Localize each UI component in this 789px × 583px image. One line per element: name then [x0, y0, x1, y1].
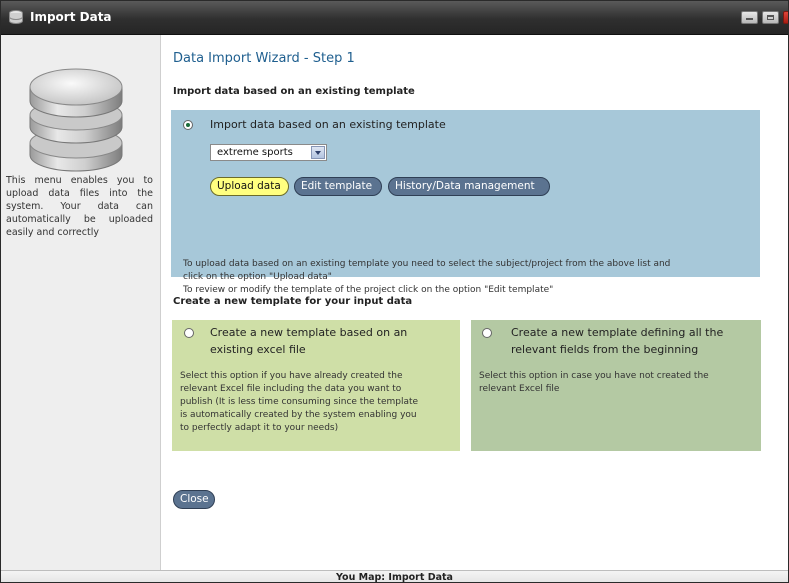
scratch-template-panel: Create a new template defining all the r…: [471, 320, 761, 451]
description-line: is automatically created by the system e…: [180, 410, 417, 420]
description-line: to perfectly adapt it to your needs): [180, 423, 339, 433]
excel-template-panel: Create a new template based on an existi…: [172, 320, 460, 451]
note-line: click on the option "Upload data": [183, 272, 332, 282]
description-line: relevant Excel file including the data y…: [180, 384, 402, 394]
existing-template-note: To upload data based on an existing temp…: [183, 258, 758, 297]
excel-template-option-label: Create a new template based on an existi…: [210, 324, 407, 358]
project-select[interactable]: extreme sports: [210, 144, 327, 161]
history-data-management-button[interactable]: History/Data management: [388, 177, 550, 196]
main-content: Data Import Wizard - Step 1 Import data …: [162, 35, 788, 570]
note-line: To upload data based on an existing temp…: [183, 259, 671, 269]
page-title: Data Import Wizard - Step 1: [173, 51, 355, 66]
upload-data-button[interactable]: Upload data: [210, 177, 289, 196]
new-template-heading: Create a new template for your input dat…: [173, 296, 413, 307]
status-bar: You Map: Import Data: [1, 570, 788, 582]
description-line: relevant Excel file: [479, 384, 560, 394]
excel-template-radio[interactable]: [184, 328, 194, 338]
description-line: Select this option if you have already c…: [180, 371, 403, 381]
edit-template-button[interactable]: Edit template: [294, 177, 382, 196]
label-line: Create a new template defining all the: [511, 326, 724, 339]
title-bar: Import Data: [1, 1, 788, 35]
label-line: relevant fields from the beginning: [511, 343, 699, 356]
existing-template-radio[interactable]: [183, 120, 193, 130]
import-data-window: Import Data This menu enables you to upl…: [0, 0, 789, 583]
scratch-template-radio[interactable]: [482, 328, 492, 338]
minimize-button[interactable]: [741, 11, 758, 24]
scratch-template-option-label: Create a new template defining all the r…: [511, 324, 723, 358]
description-line: publish (It is less time consuming since…: [180, 397, 419, 407]
maximize-button[interactable]: [762, 11, 779, 24]
sidebar: This menu enables you to upload data fil…: [1, 35, 161, 570]
label-line: existing excel file: [210, 343, 306, 356]
close-window-button[interactable]: [783, 11, 788, 24]
existing-template-option-label: Import data based on an existing templat…: [210, 118, 446, 131]
database-stack-icon: [29, 68, 123, 172]
scratch-template-description: Select this option in case you have not …: [479, 370, 709, 396]
existing-template-panel: Import data based on an existing templat…: [171, 110, 760, 295]
project-select-value: extreme sports: [217, 147, 293, 158]
label-line: Create a new template based on an: [210, 326, 408, 339]
chevron-down-icon[interactable]: [311, 146, 325, 159]
description-line: Select this option in case you have not …: [479, 371, 709, 381]
window-title: Import Data: [30, 10, 112, 24]
existing-template-heading: Import data based on an existing templat…: [173, 86, 415, 97]
sidebar-description: This menu enables you to upload data fil…: [6, 175, 153, 238]
excel-template-description: Select this option if you have already c…: [180, 370, 418, 435]
database-icon: [9, 10, 23, 25]
close-button[interactable]: Close: [173, 490, 215, 509]
